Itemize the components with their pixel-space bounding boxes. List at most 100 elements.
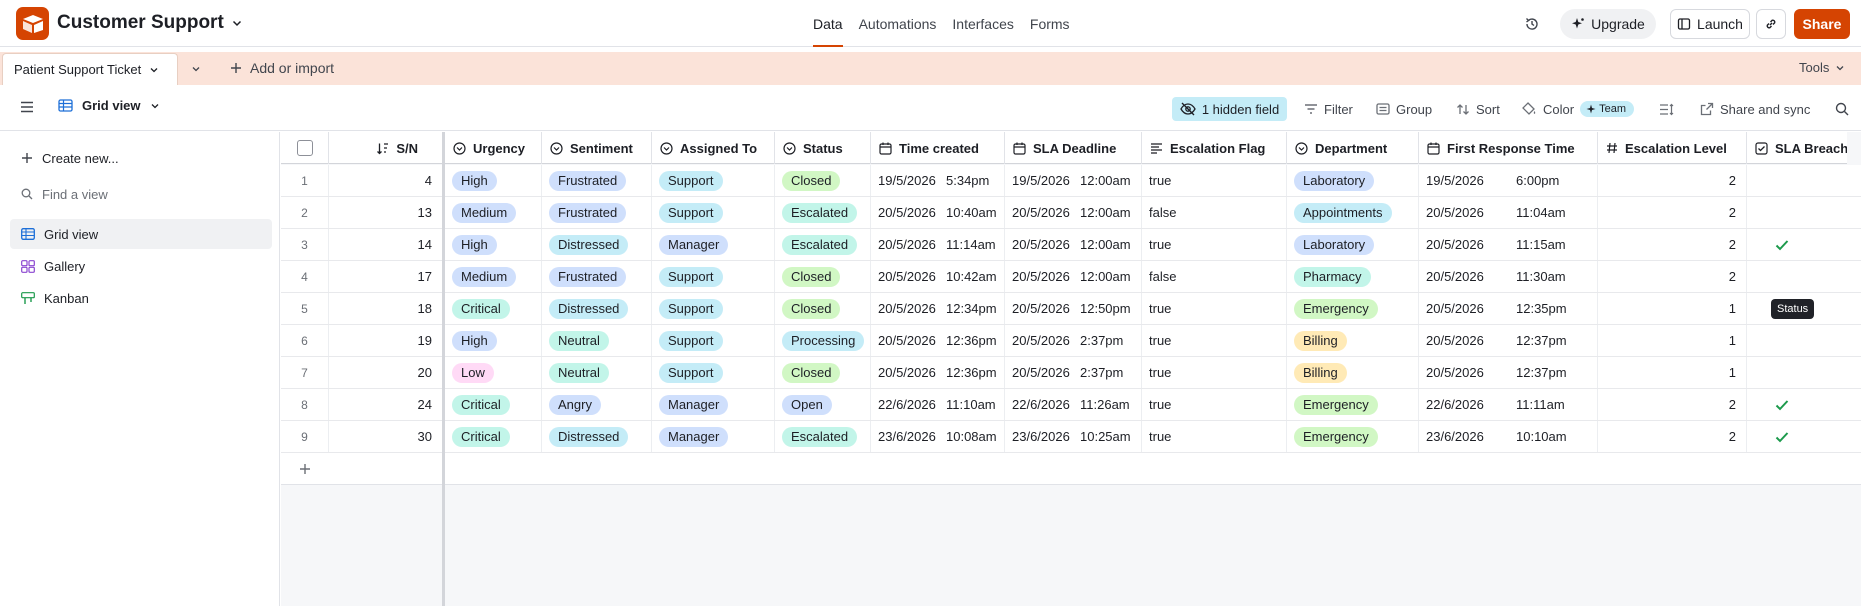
cell-sentiment[interactable]: Distressed bbox=[542, 293, 652, 324]
copy-link-icon[interactable] bbox=[1756, 9, 1786, 39]
cell-department[interactable]: Billing bbox=[1287, 325, 1419, 356]
cell-sla-breached[interactable] bbox=[1747, 389, 1847, 420]
cell-sla-deadline[interactable]: 20/5/2026 2:37pm bbox=[1005, 325, 1142, 356]
cell-urgency[interactable]: High bbox=[445, 325, 542, 356]
cell-time-created[interactable]: 20/5/2026 12:36pm bbox=[871, 325, 1005, 356]
cell-sla-deadline[interactable]: 19/5/2026 12:00am bbox=[1005, 165, 1142, 196]
cell-sentiment[interactable]: Neutral bbox=[542, 357, 652, 388]
cell-status[interactable]: Closed bbox=[775, 293, 871, 324]
nav-data[interactable]: Data bbox=[805, 0, 851, 47]
tab-patient-support-ticket[interactable]: Patient Support Ticket bbox=[2, 53, 178, 85]
chevron-down-icon[interactable] bbox=[149, 65, 159, 75]
column-header-first-response-time[interactable]: First Response Time bbox=[1419, 132, 1598, 164]
hidden-fields-button[interactable]: 1 hidden field bbox=[1172, 97, 1287, 121]
filter-button[interactable]: Filter bbox=[1304, 97, 1353, 121]
cell-sn[interactable]: 24 bbox=[329, 389, 442, 420]
cell-urgency[interactable]: Critical bbox=[445, 293, 542, 324]
cell-sla-deadline[interactable]: 20/5/2026 2:37pm bbox=[1005, 357, 1142, 388]
cell-sn[interactable]: 20 bbox=[329, 357, 442, 388]
upgrade-button[interactable]: Upgrade bbox=[1560, 9, 1656, 39]
cell-department[interactable]: Emergency bbox=[1287, 421, 1419, 452]
cell-time-created[interactable]: 20/5/2026 11:14am bbox=[871, 229, 1005, 260]
cell-department[interactable]: Emergency bbox=[1287, 389, 1419, 420]
cell-sla-deadline[interactable]: 22/6/2026 11:26am bbox=[1005, 389, 1142, 420]
cell-first-response-time[interactable]: 20/5/2026 11:04am bbox=[1419, 197, 1598, 228]
cell-status[interactable]: Escalated bbox=[775, 421, 871, 452]
cell-sn[interactable]: 19 bbox=[329, 325, 442, 356]
cell-assigned-to[interactable]: Support bbox=[652, 357, 775, 388]
cell-status[interactable]: Escalated bbox=[775, 229, 871, 260]
row-number-cell[interactable]: 1 bbox=[281, 165, 329, 196]
cell-first-response-time[interactable]: 19/5/2026 6:00pm bbox=[1419, 165, 1598, 196]
cell-time-created[interactable]: 20/5/2026 10:40am bbox=[871, 197, 1005, 228]
row-number-cell[interactable]: 6 bbox=[281, 325, 329, 356]
cell-sn[interactable]: 18 bbox=[329, 293, 442, 324]
cell-department[interactable]: Emergency bbox=[1287, 293, 1419, 324]
sidebar-item-grid-view[interactable]: Grid view bbox=[10, 219, 272, 249]
cell-sla-breached[interactable] bbox=[1747, 325, 1847, 356]
cell-assigned-to[interactable]: Support bbox=[652, 197, 775, 228]
select-all-checkbox[interactable] bbox=[281, 132, 329, 164]
cell-escalation-level[interactable]: 1 bbox=[1598, 357, 1747, 388]
cell-first-response-time[interactable]: 20/5/2026 11:15am bbox=[1419, 229, 1598, 260]
nav-forms[interactable]: Forms bbox=[1022, 0, 1078, 47]
base-name-menu[interactable]: Customer Support bbox=[57, 12, 242, 34]
row-number-cell[interactable]: 2 bbox=[281, 197, 329, 228]
cell-urgency[interactable]: Medium bbox=[445, 197, 542, 228]
cell-first-response-time[interactable]: 23/6/2026 10:10am bbox=[1419, 421, 1598, 452]
cell-sentiment[interactable]: Neutral bbox=[542, 325, 652, 356]
cell-sentiment[interactable]: Frustrated bbox=[542, 197, 652, 228]
cell-department[interactable]: Laboratory bbox=[1287, 165, 1419, 196]
cell-assigned-to[interactable]: Support bbox=[652, 325, 775, 356]
cell-time-created[interactable]: 20/5/2026 12:34pm bbox=[871, 293, 1005, 324]
cell-escalation-flag[interactable]: true bbox=[1142, 389, 1287, 420]
cell-sentiment[interactable]: Frustrated bbox=[542, 261, 652, 292]
cell-escalation-level[interactable]: 2 bbox=[1598, 197, 1747, 228]
cell-department[interactable]: Laboratory bbox=[1287, 229, 1419, 260]
create-new-view-button[interactable]: Create new... bbox=[10, 143, 272, 173]
cell-sn[interactable]: 4 bbox=[329, 165, 442, 196]
cell-escalation-flag[interactable]: true bbox=[1142, 229, 1287, 260]
base-logo-icon[interactable] bbox=[16, 7, 49, 40]
share-button[interactable]: Share bbox=[1794, 9, 1850, 39]
row-number-cell[interactable]: 9 bbox=[281, 421, 329, 452]
cell-department[interactable]: Billing bbox=[1287, 357, 1419, 388]
cell-escalation-level[interactable]: 1 bbox=[1598, 325, 1747, 356]
find-view-input[interactable]: Find a view bbox=[10, 179, 272, 209]
cell-assigned-to[interactable]: Support bbox=[652, 165, 775, 196]
cell-sla-breached[interactable] bbox=[1747, 197, 1847, 228]
cell-status[interactable]: Closed bbox=[775, 357, 871, 388]
cell-status[interactable]: Escalated bbox=[775, 197, 871, 228]
cell-sla-deadline[interactable]: 20/5/2026 12:00am bbox=[1005, 261, 1142, 292]
column-header-sn[interactable]: S/N bbox=[329, 132, 442, 164]
cell-department[interactable]: Appointments bbox=[1287, 197, 1419, 228]
cell-urgency[interactable]: Medium bbox=[445, 261, 542, 292]
cell-first-response-time[interactable]: 20/5/2026 12:35pm bbox=[1419, 293, 1598, 324]
cell-time-created[interactable]: 22/6/2026 11:10am bbox=[871, 389, 1005, 420]
launch-button[interactable]: Launch bbox=[1670, 9, 1750, 39]
add-or-import-button[interactable]: Add or import bbox=[230, 60, 334, 76]
cell-sentiment[interactable]: Distressed bbox=[542, 229, 652, 260]
add-record-plus-icon[interactable] bbox=[299, 463, 311, 475]
row-number-cell[interactable]: 4 bbox=[281, 261, 329, 292]
cell-sla-breached[interactable] bbox=[1747, 357, 1847, 388]
add-record-row[interactable] bbox=[445, 453, 1861, 485]
cell-sn[interactable]: 30 bbox=[329, 421, 442, 452]
column-header-sla-deadline[interactable]: SLA Deadline bbox=[1005, 132, 1142, 164]
cell-escalation-level[interactable]: 2 bbox=[1598, 261, 1747, 292]
column-header-department[interactable]: Department bbox=[1287, 132, 1419, 164]
share-and-sync-button[interactable]: Share and sync bbox=[1700, 97, 1810, 121]
sort-button[interactable]: Sort bbox=[1456, 97, 1500, 121]
cell-escalation-flag[interactable]: false bbox=[1142, 261, 1287, 292]
cell-status[interactable]: Closed bbox=[775, 165, 871, 196]
cell-time-created[interactable]: 23/6/2026 10:08am bbox=[871, 421, 1005, 452]
cell-escalation-flag[interactable]: false bbox=[1142, 197, 1287, 228]
column-header-escalation-flag[interactable]: Escalation Flag bbox=[1142, 132, 1287, 164]
column-header-sla-breached[interactable]: SLA Breached bbox=[1747, 132, 1847, 164]
column-header-time-created[interactable]: Time created bbox=[871, 132, 1005, 164]
cell-sla-deadline[interactable]: 20/5/2026 12:50pm bbox=[1005, 293, 1142, 324]
cell-escalation-flag[interactable]: true bbox=[1142, 293, 1287, 324]
cell-urgency[interactable]: High bbox=[445, 229, 542, 260]
sidebar-item-gallery[interactable]: Gallery bbox=[10, 251, 272, 281]
column-header-escalation-level[interactable]: Escalation Level bbox=[1598, 132, 1747, 164]
